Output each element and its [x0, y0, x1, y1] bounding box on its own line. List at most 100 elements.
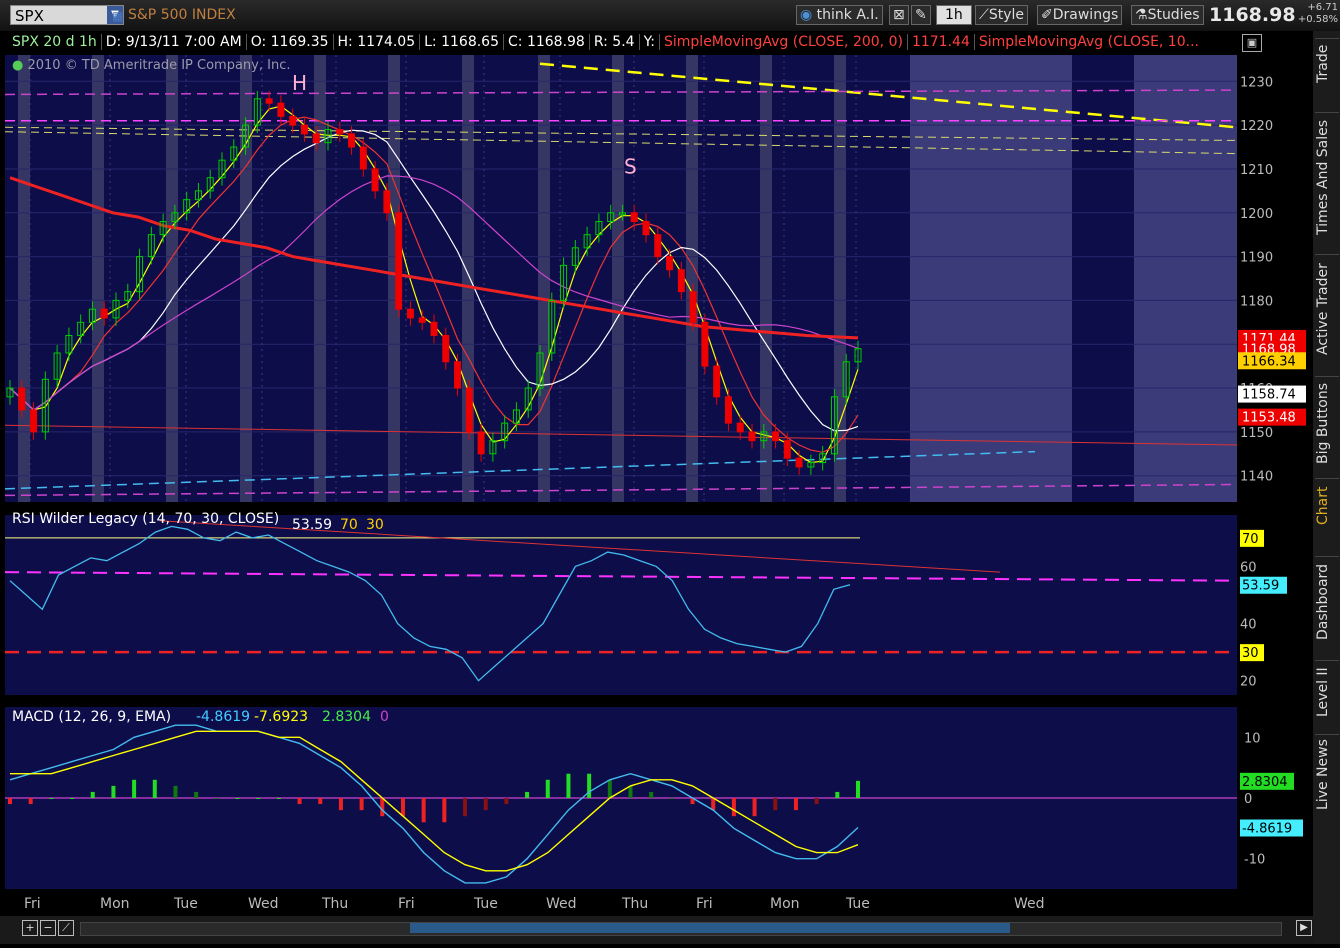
macd-histogram-bar	[566, 773, 571, 798]
sidebar-tab-times-and-sales[interactable]: Times And Sales	[1315, 112, 1339, 241]
think-ai-button[interactable]: ◉ think A.I.	[796, 5, 883, 25]
symbol-description: S&P 500 INDEX	[128, 7, 236, 23]
symbol-input[interactable]: SPX ▼	[10, 5, 124, 25]
crosshair-tool-button[interactable]: ⊠	[889, 5, 909, 25]
rsi-tick-label: 60	[1240, 560, 1257, 575]
macd-title: MACD (12, 26, 9, EMA)	[12, 709, 171, 725]
candle-body	[312, 133, 320, 144]
rsi-panel-bg	[5, 515, 1237, 695]
candle-body	[395, 212, 403, 310]
macd-histogram-bar	[400, 798, 405, 817]
x-day-label: Tue	[473, 896, 498, 912]
bar-close: C: 1168.98	[504, 34, 590, 50]
x-day-label: Mon	[100, 896, 130, 912]
candle-body	[736, 422, 744, 433]
candle-body	[701, 321, 709, 367]
candle-body	[677, 269, 685, 293]
candle-body	[477, 431, 485, 455]
price-label-value: 1166.34	[1242, 354, 1296, 369]
macd-label-value: -4.8619	[1242, 821, 1292, 836]
rsi-label-value: 53.59	[1242, 579, 1279, 594]
chart-id: SPX 20 d 1h	[8, 34, 102, 50]
drawing-tool-button[interactable]: ✎	[911, 5, 931, 25]
scroll-right-icon[interactable]: ▶	[1296, 920, 1312, 936]
style-button[interactable]: ⟋Style	[975, 5, 1028, 25]
drawings-label: Drawings	[1052, 7, 1119, 23]
macd-histogram-bar	[731, 798, 736, 817]
macd-histogram-bar	[835, 791, 840, 798]
candle-body	[30, 409, 38, 433]
macd-header-value: 0	[380, 709, 389, 725]
x-day-label: Fri	[24, 896, 41, 912]
sidebar-tab-chart[interactable]: Chart	[1315, 478, 1339, 533]
candle-body	[465, 387, 473, 433]
macd-histogram-bar	[70, 798, 75, 799]
timeframe-button[interactable]: 1h	[936, 5, 972, 25]
sma-other-label: SimpleMovingAvg (CLOSE, 10...	[978, 34, 1199, 50]
candle-body	[442, 334, 450, 363]
rsi-header-value: 53.59	[292, 517, 332, 533]
draw-line-icon[interactable]: ⟋	[58, 920, 74, 936]
candle-body	[277, 102, 285, 117]
bar-high: H: 1174.05	[333, 34, 421, 50]
macd-histogram-bar	[380, 798, 385, 817]
y-label: Y:	[639, 34, 660, 50]
macd-histogram-bar	[359, 798, 364, 811]
candle-body	[748, 431, 756, 442]
price-label-value: 1153.48	[1242, 411, 1296, 426]
zoom-out-icon[interactable]: −	[40, 920, 56, 936]
horizontal-scrollbar-thumb[interactable]	[410, 923, 1010, 933]
x-day-label: Fri	[696, 896, 713, 912]
timeframe-label: 1h	[936, 5, 972, 25]
macd-histogram-bar	[318, 798, 323, 805]
macd-histogram-bar	[152, 779, 157, 798]
macd-histogram-bar	[49, 798, 54, 799]
sidebar-tab-level-ii[interactable]: Level II	[1315, 660, 1339, 723]
macd-histogram-bar	[814, 798, 819, 805]
bottom-toolbar: + − ⟋ ▶	[0, 916, 1313, 944]
macd-histogram-bar	[545, 779, 550, 798]
macd-histogram-bar	[856, 780, 860, 798]
sidebar-tab-active-trader[interactable]: Active Trader	[1315, 254, 1339, 363]
chart-svg[interactable]: HS 1140115011601170118011901200121012201…	[0, 31, 1313, 944]
drawings-icon: ✐	[1041, 7, 1053, 23]
symbol-lookup-icon[interactable]: ▦	[112, 9, 123, 23]
sidebar-tab-trade[interactable]: Trade	[1315, 38, 1339, 89]
macd-histogram-bar	[463, 798, 468, 817]
macd-histogram-bar	[297, 798, 302, 805]
candle-body	[418, 317, 426, 323]
think-ai-label: think A.I.	[816, 7, 879, 23]
maximize-panel-icon[interactable]: ▣	[1242, 34, 1262, 52]
sidebar-tab-live-news[interactable]: Live News	[1315, 734, 1339, 815]
price-tick-label: 1140	[1240, 470, 1273, 485]
top-toolbar: SPX ▼ ▦ S&P 500 INDEX ◉ think A.I. ⊠ ✎ 1…	[0, 0, 1340, 32]
drawings-button[interactable]: ✐Drawings	[1037, 5, 1123, 25]
sidebar-tab-dashboard[interactable]: Dashboard	[1315, 556, 1339, 647]
macd-histogram-bar	[256, 798, 261, 799]
sidebar-tab-big-buttons[interactable]: Big Buttons	[1315, 376, 1339, 469]
price-tick-label: 1190	[1240, 251, 1273, 266]
candle-body	[642, 221, 650, 236]
x-day-label: Wed	[248, 896, 279, 912]
zoom-in-icon[interactable]: +	[22, 920, 38, 936]
macd-histogram-bar	[214, 798, 219, 799]
macd-header-value: -7.6923	[254, 709, 308, 725]
studies-button[interactable]: ⚗Studies	[1131, 5, 1204, 25]
candle-body	[654, 234, 662, 258]
price-label-value: 1158.74	[1242, 388, 1296, 403]
candle-body	[18, 387, 26, 411]
candle-body	[795, 457, 803, 468]
change-points: +6.71	[1307, 2, 1338, 13]
candle-body	[724, 396, 732, 424]
symbol-value: SPX	[15, 7, 44, 25]
macd-histogram-bar	[194, 791, 199, 798]
rsi-label-value: 70	[1242, 532, 1259, 547]
x-day-label: Mon	[770, 896, 800, 912]
copyright-label: 2010 © TD Ameritrade IP Company, Inc.	[27, 58, 291, 73]
candle-body	[371, 168, 379, 192]
rsi-header-os: 30	[366, 517, 384, 533]
candle-body	[265, 98, 273, 104]
think-ai-icon: ◉	[800, 7, 813, 23]
x-day-label: Tue	[845, 896, 870, 912]
macd-histogram-bar	[525, 791, 530, 798]
